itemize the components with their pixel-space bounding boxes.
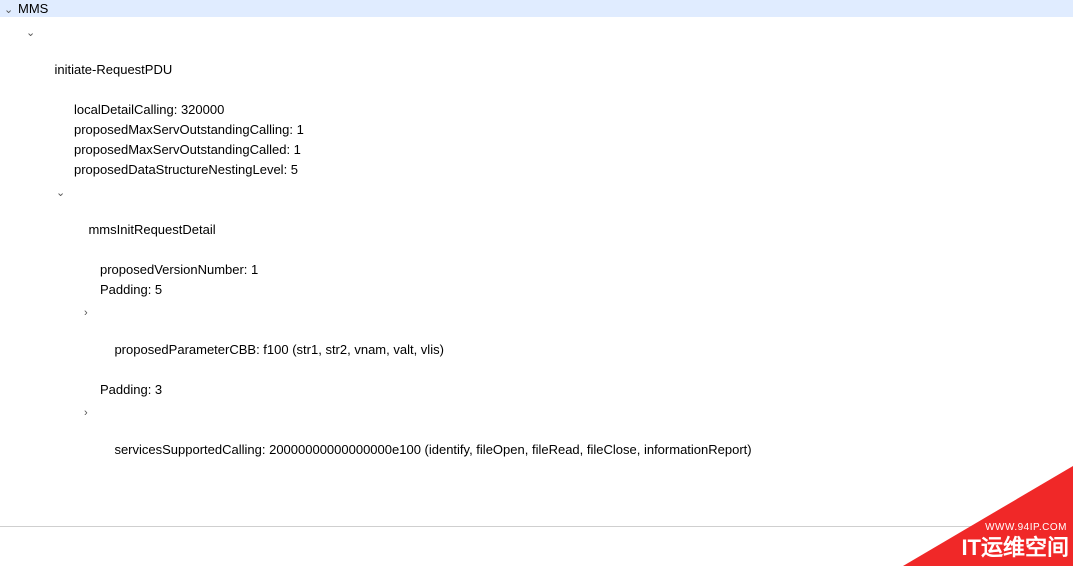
protocol-label: MMS <box>18 1 48 16</box>
chevron-down-icon[interactable]: ⌄ <box>26 23 35 43</box>
packet-tree: ⌄ initiate-RequestPDU localDetailCalling… <box>0 17 1073 492</box>
protocol-header[interactable]: ⌄ MMS <box>0 0 1073 17</box>
tree-field[interactable]: Padding: 5 <box>0 280 1073 300</box>
tree-detail[interactable]: ⌄ mmsInitRequestDetail <box>0 180 1073 260</box>
tree-initiate[interactable]: ⌄ initiate-RequestPDU <box>0 20 1073 100</box>
tree-expandable[interactable]: › proposedParameterCBB: f100 (str1, str2… <box>0 300 1073 380</box>
hex-pane[interactable]: 002002 35 0b 01 00 66 c9 754d 40 44 58 6… <box>0 527 1073 566</box>
tree-field[interactable]: proposedMaxServOutstandingCalling: 1 <box>0 120 1073 140</box>
tree-field[interactable]: proposedDataStructureNestingLevel: 5 <box>0 160 1073 180</box>
chevron-right-icon[interactable]: › <box>84 403 88 423</box>
chevron-down-icon[interactable]: ⌄ <box>4 3 13 16</box>
tree-field[interactable]: Padding: 3 <box>0 380 1073 400</box>
tree-label: initiate-RequestPDU <box>54 62 172 77</box>
tree-label: servicesSupportedCalling: 20000000000000… <box>114 442 751 457</box>
tree-expandable[interactable]: › servicesSupportedCalling: 200000000000… <box>0 400 1073 480</box>
chevron-down-icon[interactable]: ⌄ <box>56 183 65 203</box>
tree-label: proposedParameterCBB: f100 (str1, str2, … <box>114 342 443 357</box>
tree-label: mmsInitRequestDetail <box>88 222 215 237</box>
tree-field[interactable]: proposedMaxServOutstandingCalled: 1 <box>0 140 1073 160</box>
tree-field[interactable]: localDetailCalling: 320000 <box>0 100 1073 120</box>
chevron-right-icon[interactable]: › <box>84 303 88 323</box>
tree-field[interactable]: proposedVersionNumber: 1 <box>0 260 1073 280</box>
